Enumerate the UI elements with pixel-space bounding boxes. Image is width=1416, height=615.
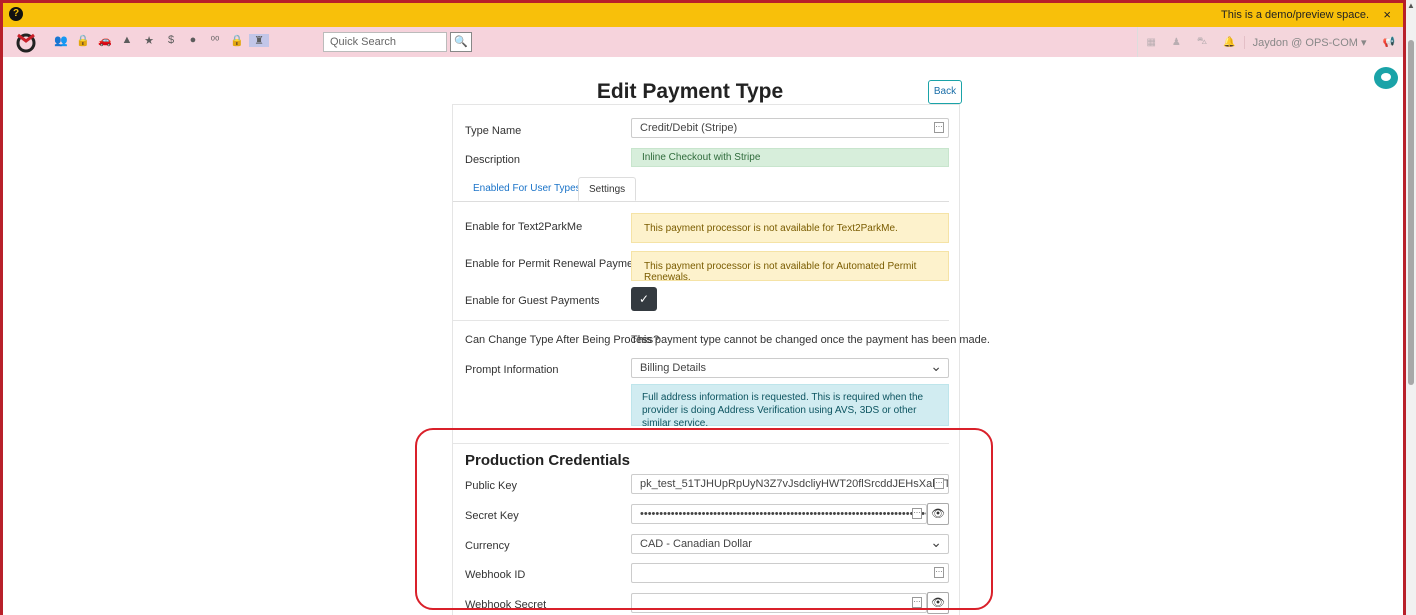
- car-front-icon[interactable]: 🔒: [227, 34, 247, 47]
- guest-payments-label: Enable for Guest Payments: [465, 295, 600, 307]
- guest-payments-checkbox[interactable]: ✓: [631, 287, 657, 311]
- scrollbar-thumb[interactable]: [1408, 40, 1414, 385]
- text2park-label: Enable for Text2ParkMe: [465, 221, 583, 233]
- star-icon[interactable]: ★: [139, 34, 159, 47]
- help-icon[interactable]: ?: [9, 7, 23, 21]
- scroll-up-icon[interactable]: ▲: [1407, 1, 1415, 10]
- grid-icon[interactable]: ▦: [1138, 37, 1163, 48]
- clock-icon[interactable]: ●: [183, 34, 203, 47]
- user-nav: ▦ ♟ ⛍ 🔔 Jaydon @ OPS-COM ▾ 📢: [1137, 27, 1403, 57]
- back-button[interactable]: Back: [928, 80, 962, 104]
- close-icon[interactable]: ×: [1383, 7, 1391, 22]
- tab-enabled-user-types[interactable]: Enabled For User Types: [463, 177, 591, 201]
- page-title: Edit Payment Type: [596, 80, 784, 103]
- person-icon[interactable]: ♟: [1164, 37, 1189, 48]
- bell-icon[interactable]: 🔔: [1215, 37, 1243, 48]
- highlight-annotation: [415, 428, 993, 610]
- lock-icon[interactable]: 🔒: [73, 34, 93, 47]
- tab-settings[interactable]: Settings: [578, 177, 637, 201]
- description-label: Description: [465, 154, 521, 166]
- divider: [453, 320, 949, 321]
- demo-banner: ? This is a demo/preview space. ×: [3, 3, 1403, 27]
- binoculars-icon[interactable]: ⁰⁰: [205, 34, 225, 47]
- car-icon[interactable]: 🚗: [95, 34, 115, 47]
- prompt-info-value: Billing Details: [640, 362, 707, 374]
- vehicle-icon[interactable]: ⛍: [1189, 36, 1215, 49]
- renewal-label: Enable for Permit Renewal Payments: [465, 258, 648, 270]
- megaphone-icon[interactable]: 📢: [1375, 37, 1403, 48]
- type-name-field[interactable]: Credit/Debit (Stripe) ⋯: [631, 118, 949, 138]
- text2park-warning: This payment processor is not available …: [631, 213, 949, 243]
- user-menu[interactable]: Jaydon @ OPS-COM ▾: [1243, 35, 1375, 49]
- tab-bar: Enabled For User Types Settings: [453, 177, 949, 202]
- type-name-label: Type Name: [465, 125, 522, 137]
- users-icon[interactable]: 👥: [51, 34, 71, 47]
- warning-icon[interactable]: ▲: [117, 34, 137, 47]
- dollar-icon[interactable]: $: [161, 34, 181, 47]
- parking-officer-icon[interactable]: ♜: [249, 34, 269, 47]
- logo-icon[interactable]: [15, 31, 37, 53]
- type-name-value: Credit/Debit (Stripe): [640, 122, 738, 134]
- scrollbar[interactable]: ▲: [1406, 0, 1416, 615]
- description-value: Inline Checkout with Stripe: [631, 148, 949, 167]
- prompt-info-alert: Full address information is requested. T…: [631, 384, 949, 429]
- nav-icons: 👥 🔒 🚗 ▲ ★ $ ● ⁰⁰ 🔒 ♜: [51, 34, 271, 47]
- demo-message: This is a demo/preview space.: [1221, 9, 1369, 21]
- search-input[interactable]: Quick Search: [323, 32, 447, 52]
- prompt-info-select[interactable]: Billing Details: [631, 358, 949, 378]
- field-icon: ⋯: [934, 122, 944, 133]
- prompt-info-label: Prompt Information: [465, 364, 559, 376]
- change-type-value: This payment type cannot be changed once…: [631, 334, 990, 346]
- renewal-warning: This payment processor is not available …: [631, 251, 949, 283]
- top-navbar: 👥 🔒 🚗 ▲ ★ $ ● ⁰⁰ 🔒 ♜ Quick Search 🔍 ▦ ♟ …: [3, 27, 1403, 57]
- search-icon[interactable]: 🔍: [450, 32, 472, 52]
